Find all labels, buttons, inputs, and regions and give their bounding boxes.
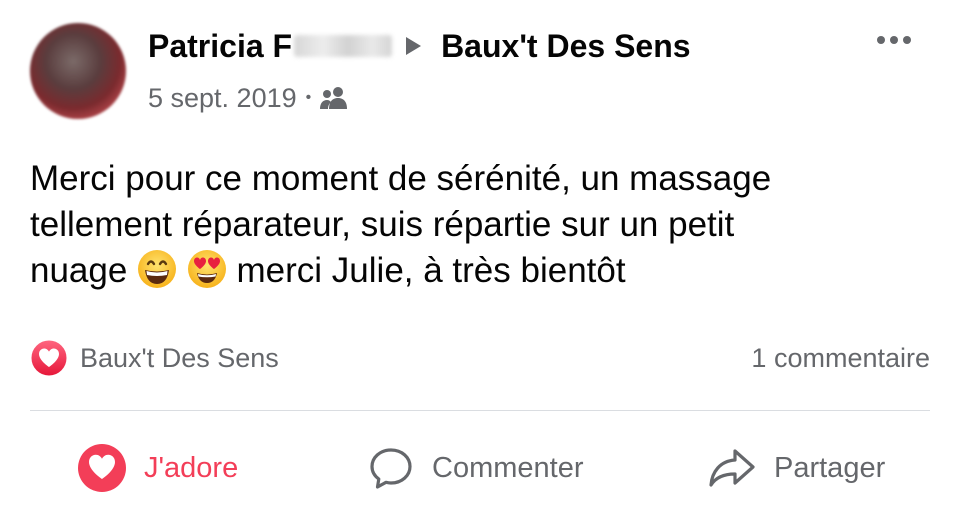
friends-icon[interactable]	[319, 85, 349, 111]
author-name[interactable]: Patricia F	[148, 28, 292, 65]
post-text-line: tellement réparateur, suis répartie sur …	[30, 205, 735, 244]
grinning-face-emoji	[138, 250, 177, 288]
author-name-blurred	[294, 35, 393, 57]
post-meta: 5 sept. 2019 •	[148, 80, 349, 116]
share-button[interactable]: Partager	[706, 440, 885, 496]
comment-button-label: Commenter	[432, 451, 584, 484]
reactions-summary[interactable]: Baux't Des Sens	[30, 338, 279, 378]
post-date[interactable]: 5 sept. 2019	[148, 83, 297, 114]
love-icon	[78, 444, 126, 492]
comment-button[interactable]: Commenter	[366, 440, 584, 496]
share-button-label: Partager	[774, 451, 886, 484]
post-text-line: Merci pour ce moment de sérénité, un mas…	[30, 159, 772, 198]
post-text-line: nuage merci Julie, à très bientôt	[30, 248, 920, 294]
actions-divider	[30, 410, 930, 411]
comment-icon	[370, 448, 412, 489]
target-page-name[interactable]: Baux't Des Sens	[441, 28, 690, 65]
more-options-icon[interactable]	[874, 30, 914, 50]
love-button[interactable]: J'adore	[76, 440, 238, 496]
reactions-by[interactable]: Baux't Des Sens	[80, 343, 279, 374]
meta-separator: •	[305, 89, 312, 106]
love-reaction-icon	[30, 339, 68, 377]
share-arrow-icon	[709, 449, 755, 487]
heart-eyes-emoji	[187, 250, 226, 288]
post-text: Merci pour ce moment de sérénité, un mas…	[30, 156, 920, 294]
comments-count[interactable]: 1 commentaire	[751, 338, 930, 378]
author-avatar[interactable]	[30, 23, 126, 119]
love-button-label: J'adore	[144, 451, 239, 484]
shared-to-arrow-icon	[406, 37, 422, 55]
post-text-fragment: nuage	[30, 251, 128, 290]
post-text-fragment: merci Julie, à très bientôt	[236, 251, 626, 290]
post-header: Patricia F Baux't Des Sens	[148, 24, 691, 68]
